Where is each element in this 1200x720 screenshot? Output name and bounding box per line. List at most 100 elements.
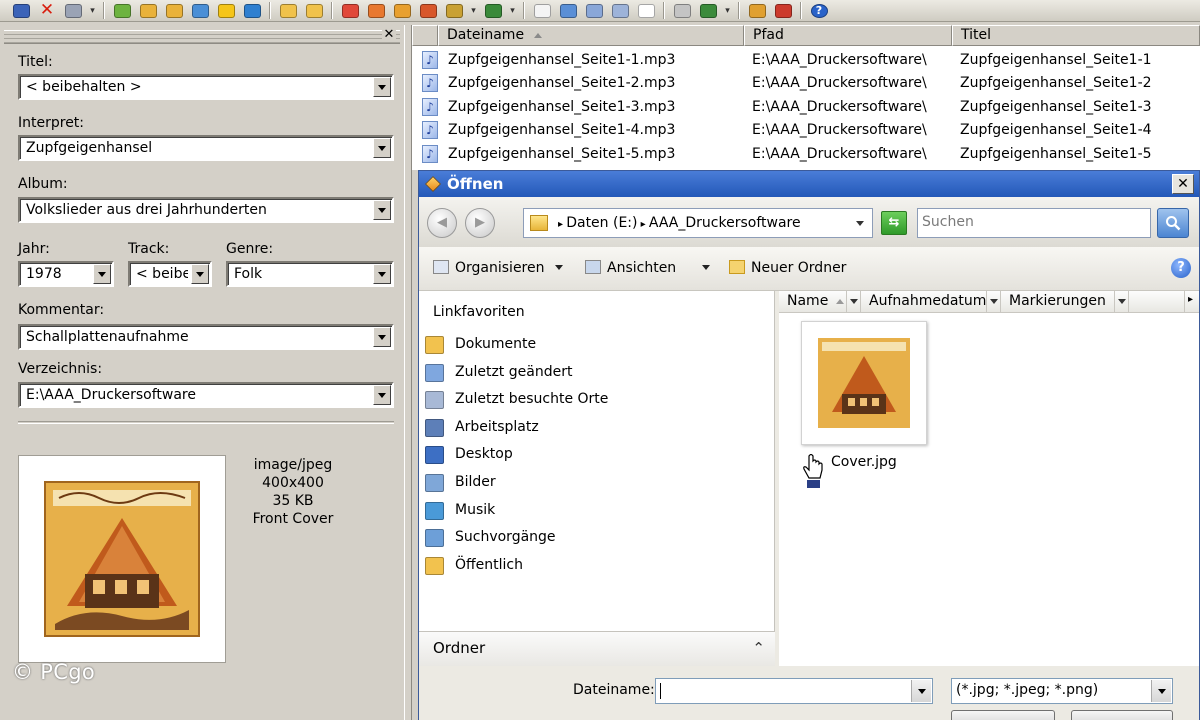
chevron-down-icon[interactable]	[911, 680, 931, 702]
options-button[interactable]	[770, 1, 796, 21]
filename-from-tag-button[interactable]	[135, 1, 161, 21]
export-button[interactable]	[187, 1, 213, 21]
organize-button[interactable]: Organisieren	[433, 260, 563, 276]
undo-button[interactable]	[60, 1, 86, 21]
artist-combobox[interactable]: Zupfgeigenhansel	[18, 135, 394, 161]
dialog-title-bar[interactable]: Öffnen ✕	[419, 171, 1199, 197]
file-name: Zupfgeigenhansel_Seite1-2.mp3	[448, 75, 676, 91]
views-button[interactable]: Ansichten	[585, 260, 711, 276]
chevron-down-icon[interactable]	[1151, 680, 1171, 702]
search-button[interactable]	[1157, 208, 1189, 238]
chevron-down-icon[interactable]: ▾	[467, 1, 480, 21]
playlist-button[interactable]	[555, 1, 581, 21]
cover-thumbnail-image	[818, 338, 910, 428]
column-tags[interactable]: Markierungen	[1001, 291, 1129, 313]
cover-art-preview[interactable]	[18, 455, 226, 663]
discogs-button[interactable]	[389, 1, 415, 21]
column-name[interactable]: Name	[779, 291, 861, 313]
file-name[interactable]: Cover.jpg	[831, 454, 897, 470]
column-spacer	[1129, 291, 1185, 313]
amazon-button[interactable]	[363, 1, 389, 21]
autonumber-button[interactable]	[633, 1, 659, 21]
column-header-icon[interactable]	[412, 25, 438, 46]
tools-button[interactable]	[744, 1, 770, 21]
chevron-down-icon[interactable]: ▾	[86, 1, 99, 21]
file-row[interactable]: ♪ Zupfgeigenhansel_Seite1-1.mp3 E:\AAA_D…	[412, 49, 1200, 72]
panel-splitter[interactable]	[404, 25, 412, 720]
close-button[interactable]: ✕	[1172, 174, 1194, 194]
album-combobox[interactable]: Volkslieder aus drei Jahrhunderten	[18, 197, 394, 223]
title-combobox[interactable]: < beibehalten >	[18, 74, 394, 100]
file-type-filter[interactable]: (*.jpg; *.jpeg; *.png)	[951, 678, 1173, 704]
favorite-label: Öffentlich	[455, 556, 523, 573]
save-button[interactable]	[8, 1, 34, 21]
tag-to-tag-button[interactable]	[161, 1, 187, 21]
folder-up-button[interactable]	[301, 1, 327, 21]
web-source-button[interactable]	[441, 1, 467, 21]
breadcrumb-folder[interactable]: AAA_Druckersoftware	[649, 215, 801, 231]
print-button[interactable]	[669, 1, 695, 21]
musicbrainz-button[interactable]	[415, 1, 441, 21]
chevron-down-icon[interactable]	[986, 291, 1000, 312]
new-folder-button[interactable]: Neuer Ordner	[729, 260, 846, 276]
address-bar[interactable]: ▸ Daten (E:) ▸ AAA_Druckersoftware	[523, 208, 873, 238]
desktop-icon	[425, 446, 444, 465]
cancel-button[interactable]	[1071, 710, 1173, 720]
help-button[interactable]: ?	[1171, 258, 1191, 278]
chevron-down-icon[interactable]	[93, 264, 111, 284]
web-button[interactable]	[695, 1, 721, 21]
refresh-button[interactable]: ⇆	[881, 211, 907, 235]
filename-input[interactable]	[655, 678, 933, 704]
column-header-filename[interactable]: Dateiname	[438, 25, 744, 46]
refresh-button[interactable]	[239, 1, 265, 21]
chevron-down-icon[interactable]	[373, 77, 391, 97]
chevron-down-icon[interactable]	[373, 264, 391, 284]
chevron-down-icon[interactable]	[191, 264, 209, 284]
chevron-down-icon[interactable]	[373, 385, 391, 405]
track-combobox[interactable]: < beibe	[128, 261, 212, 287]
column-date-taken[interactable]: Aufnahmedatum	[861, 291, 1001, 313]
filter-value: (*.jpg; *.jpeg; *.png)	[956, 682, 1099, 698]
report-button[interactable]	[607, 1, 633, 21]
list-export-button[interactable]	[581, 1, 607, 21]
open-button[interactable]	[951, 710, 1055, 720]
help-button[interactable]: ?	[806, 1, 832, 21]
chevron-down-icon[interactable]	[373, 138, 391, 158]
genre-combobox[interactable]: Folk	[226, 261, 394, 287]
case-conversion-button[interactable]	[480, 1, 506, 21]
freedb-button[interactable]	[337, 1, 363, 21]
file-row[interactable]: ♪ Zupfgeigenhansel_Seite1-2.mp3 E:\AAA_D…	[412, 72, 1200, 95]
breadcrumb-drive[interactable]: Daten (E:)	[566, 215, 637, 231]
chevron-down-icon[interactable]	[1114, 291, 1128, 312]
panel-close-button[interactable]: ✕	[382, 27, 396, 42]
year-combobox[interactable]: 1978	[18, 261, 114, 287]
search-input[interactable]: Suchen	[917, 208, 1151, 238]
chevron-down-icon[interactable]	[856, 221, 864, 226]
folders-toggle[interactable]: Ordner ⌃	[419, 631, 775, 666]
text-file-button[interactable]	[529, 1, 555, 21]
file-row[interactable]: ♪ Zupfgeigenhansel_Seite1-4.mp3 E:\AAA_D…	[412, 119, 1200, 142]
column-header-path[interactable]: Pfad	[744, 25, 952, 46]
tag-from-filename-button[interactable]	[109, 1, 135, 21]
back-button[interactable]: ◀	[427, 208, 457, 238]
chevron-right-icon[interactable]: ▸	[1185, 291, 1199, 313]
file-thumbnail[interactable]	[801, 321, 927, 445]
chevron-down-icon[interactable]	[373, 200, 391, 220]
directory-combobox[interactable]: E:\AAA_Druckersoftware	[18, 382, 394, 408]
forward-button[interactable]: ▶	[465, 208, 495, 238]
file-title: Zupfgeigenhansel_Seite1-5	[960, 146, 1152, 162]
cover-dimensions: 400x400	[262, 475, 324, 491]
chevron-down-icon[interactable]	[373, 327, 391, 347]
chevron-down-icon[interactable]: ▾	[721, 1, 734, 21]
column-header-title[interactable]: Titel	[952, 25, 1200, 46]
chevron-down-icon[interactable]: ▾	[506, 1, 519, 21]
folder-open-button[interactable]	[275, 1, 301, 21]
comment-combobox[interactable]: Schallplattenaufnahme	[18, 324, 394, 350]
cover-file-size: 35 KB	[272, 493, 314, 509]
chevron-down-icon[interactable]	[846, 291, 860, 312]
file-row[interactable]: ♪ Zupfgeigenhansel_Seite1-3.mp3 E:\AAA_D…	[412, 96, 1200, 119]
panel-header-grip[interactable]	[4, 30, 400, 44]
file-row[interactable]: ♪ Zupfgeigenhansel_Seite1-5.mp3 E:\AAA_D…	[412, 143, 1200, 166]
favorite-button[interactable]	[213, 1, 239, 21]
delete-button[interactable]: ✕	[34, 1, 60, 21]
